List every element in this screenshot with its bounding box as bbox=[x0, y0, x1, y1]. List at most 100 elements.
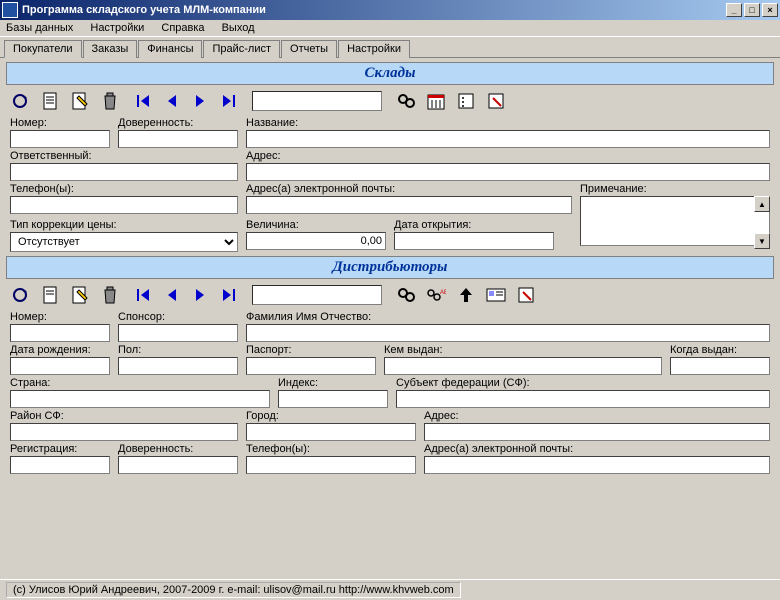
label-d-address: Адрес: bbox=[424, 410, 770, 422]
next-record-icon[interactable] bbox=[190, 91, 210, 111]
input-number[interactable] bbox=[10, 130, 110, 148]
label-emails: Адрес(а) электронной почты: bbox=[246, 183, 572, 195]
label-number: Номер: bbox=[10, 117, 110, 129]
first-record-icon[interactable] bbox=[134, 91, 154, 111]
properties-icon[interactable] bbox=[456, 91, 476, 111]
find-icon[interactable] bbox=[396, 91, 416, 111]
input-d-issued-by[interactable] bbox=[384, 357, 662, 375]
prev-record-icon[interactable] bbox=[162, 285, 182, 305]
next-record-icon[interactable] bbox=[190, 285, 210, 305]
input-d-city[interactable] bbox=[246, 423, 416, 441]
tab-reports[interactable]: Отчеты bbox=[281, 40, 337, 58]
input-address[interactable] bbox=[246, 163, 770, 181]
label-d-fedsubject: Субъект федерации (СФ): bbox=[396, 377, 770, 389]
form-warehouses: Номер: Доверенность: Название: Ответстве… bbox=[6, 117, 774, 252]
label-open-date: Дата открытия: bbox=[394, 219, 554, 231]
card-icon[interactable] bbox=[486, 285, 506, 305]
input-d-emails[interactable] bbox=[424, 456, 770, 474]
calendar-icon[interactable] bbox=[426, 91, 446, 111]
label-d-district: Район СФ: bbox=[10, 410, 238, 422]
label-price-correction: Тип коррекции цены: bbox=[10, 219, 238, 231]
new-document-icon[interactable] bbox=[40, 285, 60, 305]
refresh-icon[interactable] bbox=[10, 285, 30, 305]
label-note: Примечание: bbox=[580, 183, 770, 195]
window-title: Программа складского учета МЛМ-компании bbox=[22, 4, 266, 16]
input-d-index[interactable] bbox=[278, 390, 388, 408]
minimize-button[interactable]: _ bbox=[726, 3, 742, 17]
label-responsible: Ответственный: bbox=[10, 150, 238, 162]
scroll-down-icon[interactable]: ▼ bbox=[754, 233, 770, 249]
tabstrip: Покупатели Заказы Финансы Прайс-лист Отч… bbox=[0, 37, 780, 58]
input-d-registration[interactable] bbox=[10, 456, 110, 474]
label-d-issued-by: Кем выдан: bbox=[384, 344, 662, 356]
input-name[interactable] bbox=[246, 130, 770, 148]
scroll-up-icon[interactable]: ▲ bbox=[754, 196, 770, 212]
label-d-registration: Регистрация: bbox=[10, 443, 110, 455]
find-next-icon[interactable]: ABC bbox=[426, 285, 446, 305]
up-arrow-icon[interactable] bbox=[456, 285, 476, 305]
delete-icon[interactable] bbox=[100, 91, 120, 111]
label-d-sex: Пол: bbox=[118, 344, 238, 356]
input-responsible[interactable] bbox=[10, 163, 238, 181]
first-record-icon[interactable] bbox=[134, 285, 154, 305]
titlebar: Программа складского учета МЛМ-компании … bbox=[0, 0, 780, 20]
input-proxy[interactable] bbox=[118, 130, 238, 148]
svg-text:ABC: ABC bbox=[440, 290, 446, 296]
input-d-issued-when[interactable] bbox=[670, 357, 770, 375]
input-phones[interactable] bbox=[10, 196, 238, 214]
label-d-emails: Адрес(а) электронной почты: bbox=[424, 443, 770, 455]
input-magnitude[interactable] bbox=[246, 232, 386, 250]
notes-icon[interactable] bbox=[516, 285, 536, 305]
label-d-country: Страна: bbox=[10, 377, 270, 389]
search-input-distributors[interactable] bbox=[252, 285, 382, 305]
input-d-passport[interactable] bbox=[246, 357, 376, 375]
input-d-proxy[interactable] bbox=[118, 456, 238, 474]
last-record-icon[interactable] bbox=[218, 285, 238, 305]
input-d-country[interactable] bbox=[10, 390, 270, 408]
label-d-index: Индекс: bbox=[278, 377, 388, 389]
notes-icon[interactable] bbox=[486, 91, 506, 111]
tab-finance[interactable]: Финансы bbox=[138, 40, 202, 58]
tab-pricelist[interactable]: Прайс-лист bbox=[203, 40, 280, 58]
find-icon[interactable] bbox=[396, 285, 416, 305]
tab-settings[interactable]: Настройки bbox=[338, 40, 410, 58]
input-d-fio[interactable] bbox=[246, 324, 770, 342]
label-phones: Телефон(ы): bbox=[10, 183, 238, 195]
label-d-phones: Телефон(ы): bbox=[246, 443, 416, 455]
search-input-warehouses[interactable] bbox=[252, 91, 382, 111]
prev-record-icon[interactable] bbox=[162, 91, 182, 111]
tab-buyers[interactable]: Покупатели bbox=[4, 40, 82, 58]
input-d-sex[interactable] bbox=[118, 357, 238, 375]
input-d-address[interactable] bbox=[424, 423, 770, 441]
toolbar-distributors: ABC bbox=[6, 279, 774, 309]
edit-document-icon[interactable] bbox=[70, 285, 90, 305]
input-d-phones[interactable] bbox=[246, 456, 416, 474]
maximize-button[interactable]: □ bbox=[744, 3, 760, 17]
label-d-birthdate: Дата рождения: bbox=[10, 344, 110, 356]
tab-orders[interactable]: Заказы bbox=[83, 40, 138, 58]
refresh-icon[interactable] bbox=[10, 91, 30, 111]
last-record-icon[interactable] bbox=[218, 91, 238, 111]
menu-settings[interactable]: Настройки bbox=[90, 22, 144, 34]
input-d-district[interactable] bbox=[10, 423, 238, 441]
textarea-note[interactable] bbox=[580, 196, 770, 246]
label-d-issued-when: Когда выдан: bbox=[670, 344, 770, 356]
label-d-number: Номер: bbox=[10, 311, 110, 323]
delete-icon[interactable] bbox=[100, 285, 120, 305]
menu-exit[interactable]: Выход bbox=[222, 22, 255, 34]
input-d-birthdate[interactable] bbox=[10, 357, 110, 375]
label-magnitude: Величина: bbox=[246, 219, 386, 231]
menubar: Базы данных Настройки Справка Выход bbox=[0, 20, 780, 37]
input-emails[interactable] bbox=[246, 196, 572, 214]
input-d-fedsubject[interactable] bbox=[396, 390, 770, 408]
input-open-date[interactable] bbox=[394, 232, 554, 250]
select-price-correction[interactable]: Отсутствует bbox=[10, 232, 238, 252]
app-icon bbox=[2, 2, 18, 18]
input-d-number[interactable] bbox=[10, 324, 110, 342]
edit-document-icon[interactable] bbox=[70, 91, 90, 111]
input-d-sponsor[interactable] bbox=[118, 324, 238, 342]
new-document-icon[interactable] bbox=[40, 91, 60, 111]
close-button[interactable]: × bbox=[762, 3, 778, 17]
menu-databases[interactable]: Базы данных bbox=[6, 22, 73, 34]
menu-help[interactable]: Справка bbox=[161, 22, 204, 34]
